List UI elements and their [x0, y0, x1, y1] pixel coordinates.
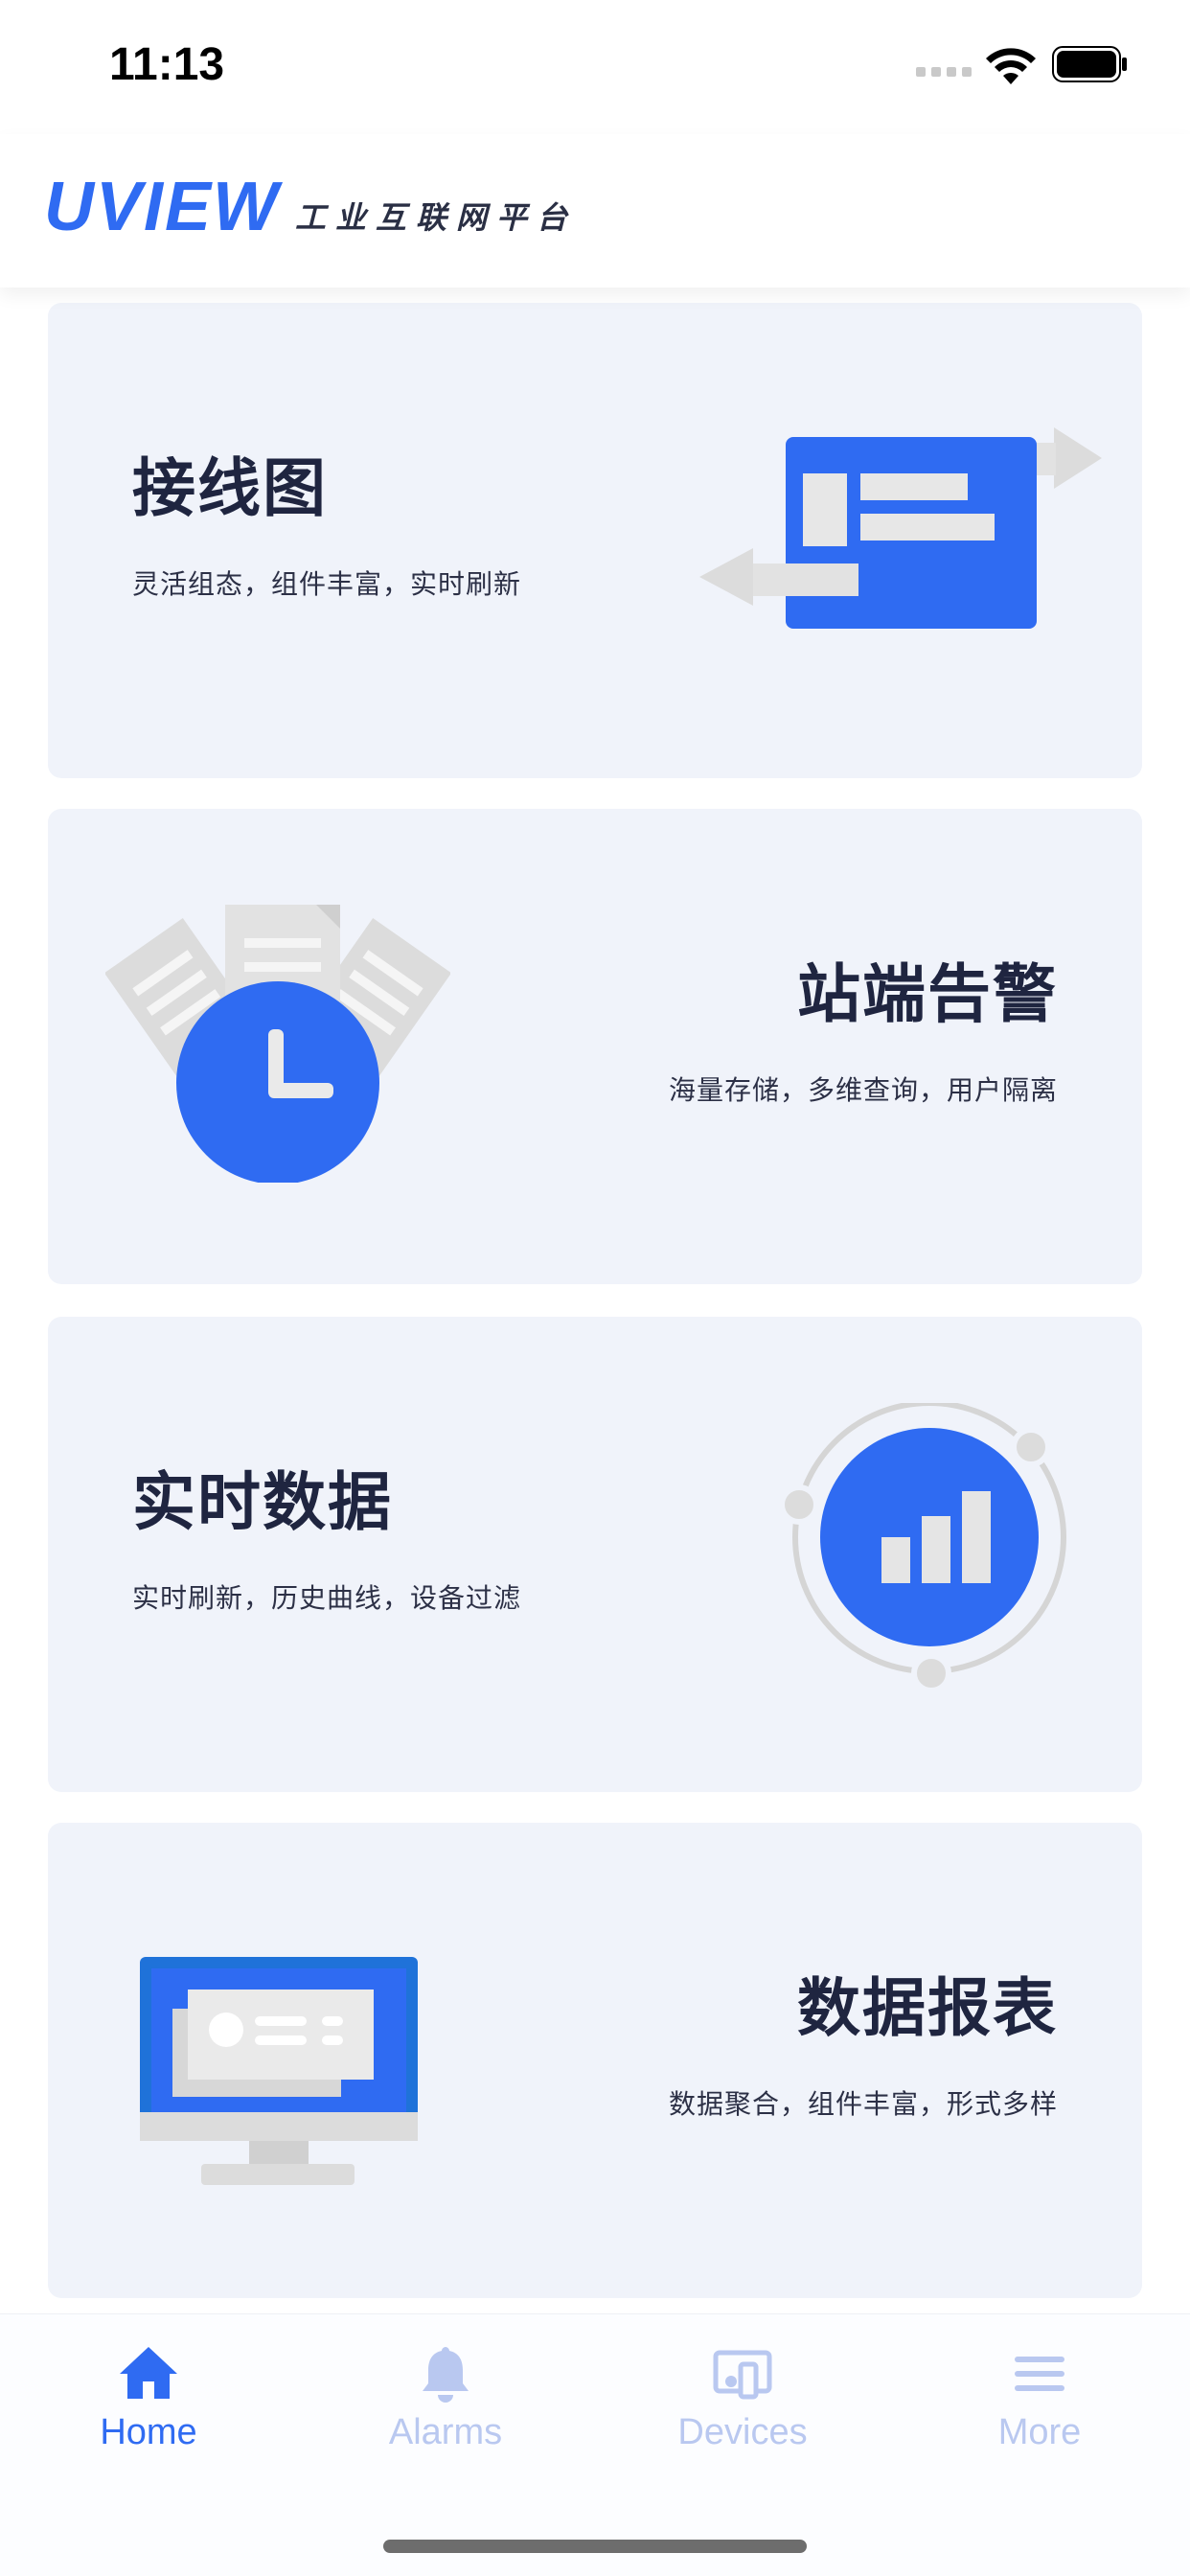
card-title: 接线图	[132, 451, 328, 525]
home-indicator	[383, 2540, 807, 2553]
tab-label: Alarms	[388, 2412, 503, 2452]
tab-more[interactable]: More	[944, 2343, 1135, 2453]
devices-icon	[713, 2350, 772, 2400]
bell-icon	[423, 2347, 469, 2403]
card-subtitle: 实时刷新，历史曲线，设备过滤	[132, 1582, 522, 1614]
alarm-clock-icon	[105, 905, 450, 1183]
logo-tagline: 工业互联网平台	[295, 199, 578, 236]
battery-icon	[1052, 46, 1127, 82]
home-icon	[120, 2347, 177, 2399]
status-bar: 11:13	[0, 0, 1190, 134]
card-subtitle: 灵活组态，组件丰富，实时刷新	[132, 568, 522, 600]
wifi-icon	[986, 48, 1036, 84]
card-wiring-diagram[interactable]: 接线图 灵活组态，组件丰富，实时刷新	[48, 303, 1142, 778]
bottom-tab-bar: Home Alarms Devices More	[0, 2313, 1190, 2576]
app-header: UVIEW 工业互联网平台	[0, 134, 1190, 288]
card-subtitle: 海量存储，多维查询，用户隔离	[668, 1074, 1058, 1106]
tab-label: More	[997, 2412, 1082, 2452]
card-realtime-data[interactable]: 实时数据 实时刷新，历史曲线，设备过滤	[48, 1317, 1142, 1792]
menu-icon	[1015, 2357, 1064, 2391]
status-time: 11:13	[109, 39, 225, 90]
tab-home[interactable]: Home	[53, 2343, 244, 2453]
card-data-report[interactable]: 数据报表 数据聚合，组件丰富，形式多样	[48, 1823, 1142, 2298]
card-title: 数据报表	[797, 1971, 1058, 2045]
bar-chart-icon	[779, 1403, 1066, 1693]
app-logo: UVIEW 工业互联网平台	[44, 172, 577, 242]
card-title: 站端告警	[797, 957, 1058, 1031]
signal-icon	[916, 67, 972, 77]
card-station-alarms[interactable]: 站端告警 海量存储，多维查询，用户隔离	[48, 809, 1142, 1284]
tab-label: Devices	[677, 2412, 808, 2452]
monitor-report-icon	[140, 1957, 418, 2185]
card-title: 实时数据	[132, 1465, 393, 1539]
tab-label: Home	[100, 2412, 197, 2452]
card-subtitle: 数据聚合，组件丰富，形式多样	[668, 2088, 1058, 2120]
wiring-diagram-icon	[699, 427, 1102, 629]
tab-devices[interactable]: Devices	[647, 2343, 838, 2453]
tab-alarms[interactable]: Alarms	[350, 2343, 541, 2453]
logo-wordmark: UVIEW	[44, 169, 281, 245]
